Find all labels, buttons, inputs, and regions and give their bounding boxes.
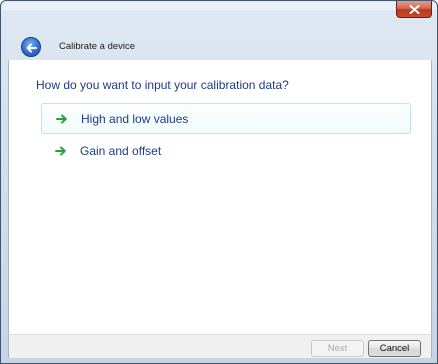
green-arrow-icon <box>55 145 69 157</box>
page-instruction: How do you want to input your calibratio… <box>36 78 289 92</box>
back-button[interactable] <box>21 37 41 57</box>
close-button[interactable] <box>396 1 432 18</box>
cancel-button[interactable]: Cancel <box>368 340 421 357</box>
back-arrow-icon <box>25 38 37 57</box>
next-button[interactable]: Next <box>311 340 364 357</box>
green-arrow-icon <box>56 113 70 125</box>
option-label: High and low values <box>81 111 189 126</box>
close-icon <box>409 4 420 14</box>
option-high-and-low-values[interactable]: High and low values <box>41 103 411 134</box>
option-gain-and-offset[interactable]: Gain and offset <box>41 135 411 166</box>
window-title: Calibrate a device <box>59 41 136 52</box>
content-area <box>8 60 432 334</box>
dialog-window: Calibrate a device How do you want to in… <box>0 0 438 364</box>
option-label: Gain and offset <box>80 143 162 158</box>
